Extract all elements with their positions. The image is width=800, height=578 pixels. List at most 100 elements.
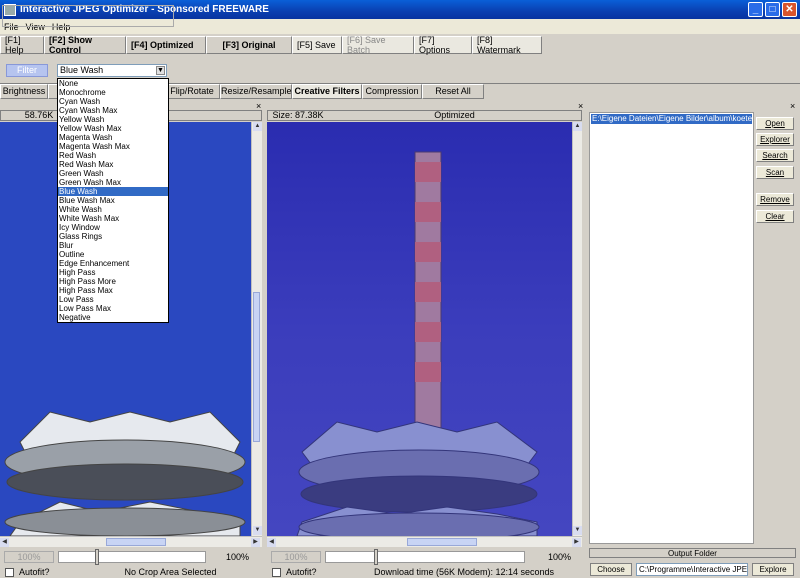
optimized-button[interactable]: [F4] Optimized bbox=[126, 36, 206, 54]
filter-option-selected[interactable]: Blue Wash bbox=[58, 187, 168, 196]
filter-group bbox=[2, 5, 174, 27]
optimized-size: Size: 87.38K bbox=[272, 110, 324, 120]
options-button[interactable]: [F7] Options bbox=[414, 35, 472, 55]
left-zoom-box[interactable]: 100% bbox=[4, 551, 54, 563]
save-batch-button[interactable]: [F6] Save Batch bbox=[342, 35, 414, 55]
mid-autofit-checkbox[interactable] bbox=[272, 567, 281, 577]
file-list[interactable]: E:\Eigene Dateien\Eigene Bilder\album\ko… bbox=[589, 112, 754, 544]
tab-creative-filters[interactable]: Creative Filters bbox=[292, 84, 362, 99]
scroll-down-icon[interactable]: ▼ bbox=[573, 526, 582, 535]
slider-knob[interactable] bbox=[374, 549, 378, 565]
left-horizontal-scrollbar[interactable]: ◀ ▶ bbox=[0, 536, 262, 547]
filter-option[interactable]: High Pass bbox=[58, 268, 168, 277]
filter-option[interactable]: Blur bbox=[58, 241, 168, 250]
filter-option[interactable]: Glass Rings bbox=[58, 232, 168, 241]
output-folder-label: Output Folder bbox=[589, 548, 796, 558]
mid-zoom-label: 100% bbox=[548, 552, 572, 562]
filter-option[interactable]: Icy Window bbox=[58, 223, 168, 232]
filter-option[interactable]: Green Wash Max bbox=[58, 178, 168, 187]
choose-button[interactable]: Choose bbox=[590, 563, 632, 576]
left-autofit-checkbox[interactable] bbox=[5, 567, 14, 577]
mid-status-bar: Autofit? Download time (56K Modem): 12:1… bbox=[267, 566, 582, 578]
filter-option[interactable]: Outline bbox=[58, 250, 168, 259]
maximize-button[interactable]: □ bbox=[765, 2, 780, 17]
mid-zoom-box[interactable]: 100% bbox=[271, 551, 321, 563]
filter-option[interactable]: Yellow Wash bbox=[58, 115, 168, 124]
filter-option[interactable]: Cyan Wash Max bbox=[58, 106, 168, 115]
minimize-button[interactable]: _ bbox=[748, 2, 763, 17]
filter-option[interactable]: Blue Wash Max bbox=[58, 196, 168, 205]
mid-horizontal-scrollbar[interactable]: ◀ ▶ bbox=[267, 536, 582, 547]
watermark-button[interactable]: [F8] Watermark bbox=[472, 35, 542, 55]
filter-option[interactable]: Cyan Wash bbox=[58, 97, 168, 106]
filter-option[interactable]: Low Pass Max bbox=[58, 304, 168, 313]
scroll-thumb[interactable] bbox=[407, 538, 477, 546]
filter-option[interactable]: Red Wash bbox=[58, 151, 168, 160]
explorer-button[interactable]: Explorer bbox=[756, 133, 794, 146]
help-button[interactable]: [F1] Help bbox=[0, 35, 44, 55]
tab-resize-resample[interactable]: Resize/Resample bbox=[220, 84, 292, 99]
scroll-left-icon[interactable]: ◀ bbox=[0, 538, 9, 547]
filter-select[interactable]: Blue Wash ▼ bbox=[57, 64, 167, 77]
output-folder-field[interactable]: C:\Programme\Interactive JPEG Optimizer bbox=[636, 563, 748, 576]
chevron-down-icon[interactable]: ▼ bbox=[156, 66, 165, 75]
original-button[interactable]: [F3] Original bbox=[206, 36, 292, 54]
explore-button[interactable]: Explore bbox=[752, 563, 794, 576]
filter-option[interactable]: White Wash bbox=[58, 205, 168, 214]
mid-autofit-label: Autofit? bbox=[286, 567, 317, 577]
scan-button[interactable]: Scan bbox=[756, 166, 794, 179]
scroll-right-icon[interactable]: ▶ bbox=[572, 538, 581, 547]
search-button[interactable]: Search bbox=[756, 149, 794, 162]
slider-knob[interactable] bbox=[95, 549, 99, 565]
reset-all-button[interactable]: Reset All bbox=[422, 84, 484, 99]
filter-option[interactable]: White Wash Max bbox=[58, 214, 168, 223]
file-list-item[interactable]: E:\Eigene Dateien\Eigene Bilder\album\ko… bbox=[591, 114, 752, 124]
filter-option[interactable]: Low Pass bbox=[58, 295, 168, 304]
filter-option[interactable]: High Pass Max bbox=[58, 286, 168, 295]
right-pane-close-icon[interactable]: × bbox=[790, 101, 795, 111]
filter-option[interactable]: Magenta Wash bbox=[58, 133, 168, 142]
scroll-thumb[interactable] bbox=[253, 292, 260, 442]
left-vertical-scrollbar[interactable]: ▲ ▼ bbox=[251, 122, 262, 536]
scroll-up-icon[interactable]: ▲ bbox=[573, 122, 582, 131]
mid-vertical-scrollbar[interactable]: ▲ ▼ bbox=[572, 122, 582, 536]
crop-status: No Crop Area Selected bbox=[124, 567, 217, 577]
tab-brightness[interactable]: Brightness bbox=[0, 84, 48, 99]
mid-pane-header: Size: 87.38K Optimized bbox=[267, 110, 582, 121]
filter-option[interactable]: Yellow Wash Max bbox=[58, 124, 168, 133]
left-autofit-label: Autofit? bbox=[19, 567, 50, 577]
scroll-down-icon[interactable]: ▼ bbox=[253, 526, 262, 535]
filter-option[interactable]: None bbox=[58, 79, 168, 88]
filter-select-value: Blue Wash bbox=[60, 65, 104, 75]
scroll-right-icon[interactable]: ▶ bbox=[251, 538, 260, 547]
filter-option[interactable]: Negative bbox=[58, 313, 168, 322]
filter-option[interactable]: Monochrome bbox=[58, 88, 168, 97]
remove-button[interactable]: Remove bbox=[756, 193, 794, 206]
left-zoom-label: 100% bbox=[226, 552, 250, 562]
filter-option[interactable]: Red Wash Max bbox=[58, 160, 168, 169]
scroll-up-icon[interactable]: ▲ bbox=[253, 122, 262, 131]
filter-option[interactable]: High Pass More bbox=[58, 277, 168, 286]
toolbar: [F1] Help [F2] Show Control [F4] Optimiz… bbox=[0, 35, 800, 55]
filter-button[interactable]: Filter bbox=[6, 64, 48, 77]
mid-zoom-slider[interactable] bbox=[325, 549, 525, 565]
tab-compression[interactable]: Compression bbox=[362, 84, 422, 99]
optimized-image[interactable] bbox=[267, 122, 572, 536]
left-status-bar: Autofit? No Crop Area Selected bbox=[0, 566, 262, 578]
filter-dropdown-list[interactable]: None Monochrome Cyan Wash Cyan Wash Max … bbox=[57, 78, 169, 323]
open-button[interactable]: Open bbox=[756, 117, 794, 130]
show-control-button[interactable]: [F2] Show Control bbox=[44, 35, 126, 55]
filter-option[interactable]: Magenta Wash Max bbox=[58, 142, 168, 151]
download-time: Download time (56K Modem): 12:14 seconds bbox=[373, 567, 555, 577]
scroll-left-icon[interactable]: ◀ bbox=[267, 538, 276, 547]
filter-option[interactable]: Green Wash bbox=[58, 169, 168, 178]
filter-option[interactable]: Edge Enhancement bbox=[58, 259, 168, 268]
save-button[interactable]: [F5] Save bbox=[292, 36, 342, 54]
optimized-label: Optimized bbox=[434, 110, 475, 120]
tower-image-optimized bbox=[296, 151, 540, 536]
tab-flip-rotate[interactable]: Flip/Rotate bbox=[164, 84, 220, 99]
scroll-thumb[interactable] bbox=[106, 538, 166, 546]
clear-button[interactable]: Clear bbox=[756, 210, 794, 223]
left-zoom-slider[interactable] bbox=[58, 549, 206, 565]
close-button[interactable]: ✕ bbox=[782, 2, 797, 17]
